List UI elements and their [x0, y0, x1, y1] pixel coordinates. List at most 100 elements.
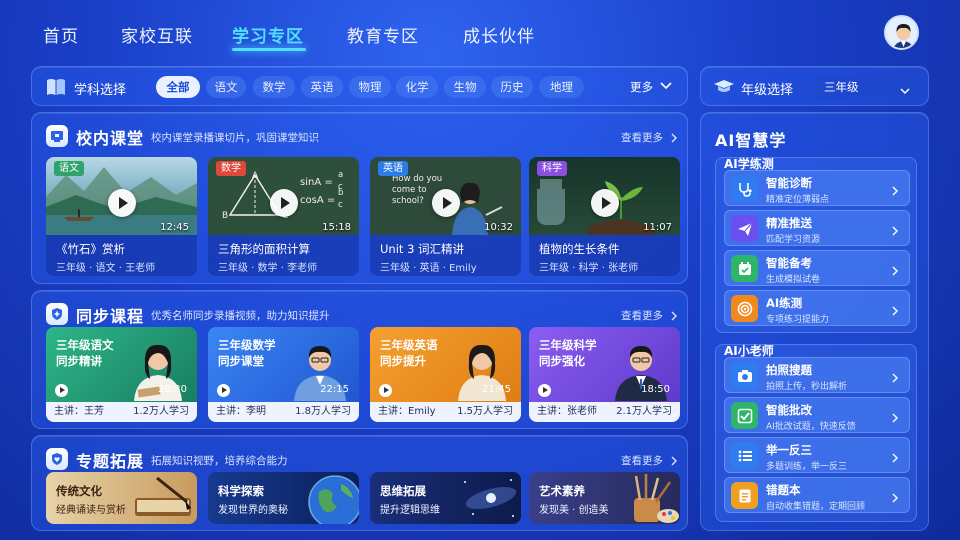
play-icon[interactable] — [432, 189, 460, 217]
chip-all[interactable]: 全部 — [156, 76, 200, 98]
course-duration: 18:50 — [641, 384, 670, 395]
ai-item-name: AI练测 — [766, 296, 803, 310]
topic-card-subtitle: 发现世界的奥秘 — [218, 505, 288, 516]
topic-card[interactable]: 艺术素养 发现美 · 创造美 — [529, 472, 680, 524]
chevron-right-icon — [890, 222, 900, 241]
course-subtitle: 同步精讲 — [56, 354, 102, 368]
book-icon — [46, 78, 66, 100]
topic-card-subtitle: 发现美 · 创造美 — [539, 505, 609, 516]
chip-chinese[interactable]: 语文 — [206, 76, 246, 98]
nav-education-zone[interactable]: 教育专区 — [347, 22, 419, 47]
topic-card[interactable]: 科学探索 发现世界的奥秘 — [208, 472, 359, 524]
topic-card-title: 思维拓展 — [380, 484, 426, 498]
chip-geography[interactable]: 地理 — [539, 76, 584, 98]
play-icon[interactable] — [55, 384, 68, 397]
chip-physics[interactable]: 物理 — [349, 76, 391, 98]
chip-english[interactable]: 英语 — [301, 76, 343, 98]
video-title: Unit 3 词汇精讲 — [380, 242, 465, 256]
galaxy-image — [451, 472, 521, 524]
chip-biology[interactable]: 生物 — [444, 76, 486, 98]
graduation-cap-icon — [714, 79, 734, 99]
video-duration: 15:18 — [322, 222, 351, 233]
ai-item-push[interactable]: 精准推送 匹配学习资源 — [724, 210, 910, 246]
ai-item-name: 拍照搜题 — [766, 363, 812, 377]
ai-item-analogy-practice[interactable]: 举一反三 多题训练，举一反三 — [724, 437, 910, 473]
top-nav: 首页 家校互联 学习专区 教育专区 成长伙伴 — [0, 0, 960, 64]
play-icon[interactable] — [108, 189, 136, 217]
course-card[interactable]: 三年级英语 同步提升 21:45 主讲：Emily 1.5万人学习 — [370, 327, 521, 422]
avatar[interactable] — [884, 15, 919, 50]
play-icon[interactable] — [270, 189, 298, 217]
in-class-more-link[interactable]: 查看更多 — [621, 130, 663, 145]
grade-dropdown[interactable]: 三年级 — [815, 75, 919, 99]
course-learner-count: 1.5万人学习 — [457, 406, 513, 417]
topic-card[interactable]: 思维拓展 提升逻辑思维 — [370, 472, 521, 524]
in-class-section: 校内课堂 校内课堂录播课切片，巩固课堂知识 查看更多 语文 12:45 《竹石》… — [31, 112, 688, 284]
ai-item-name: 精准推送 — [766, 216, 812, 230]
video-meta: 三年级 · 语文 · 王老师 — [56, 263, 156, 274]
nav-home-school[interactable]: 家校互联 — [121, 22, 193, 47]
chip-chemistry[interactable]: 化学 — [396, 76, 438, 98]
chevron-right-icon[interactable] — [669, 129, 679, 148]
topic-more-link[interactable]: 查看更多 — [621, 453, 663, 468]
sync-course-more-link[interactable]: 查看更多 — [621, 308, 663, 323]
grade-selector-title: 年级选择 — [741, 83, 794, 98]
ai-item-practice-test[interactable]: AI练测 专项练习提能力 — [724, 290, 910, 326]
ai-item-name: 举一反三 — [766, 443, 812, 457]
chevron-right-icon — [890, 409, 900, 428]
topic-card-title: 传统文化 — [56, 484, 102, 498]
chevron-right-icon[interactable] — [669, 307, 679, 326]
grade-value: 三年级 — [824, 80, 859, 94]
course-title: 三年级科学 — [539, 338, 597, 352]
nav-home[interactable]: 首页 — [43, 22, 79, 47]
board-fraction-num: b — [338, 188, 344, 198]
course-teacher: 主讲：Emily — [378, 406, 436, 417]
video-card[interactable]: 语文 12:45 《竹石》赏析 三年级 · 语文 · 王老师 — [46, 157, 197, 276]
ai-item-desc: AI批改试题，快速反馈 — [766, 422, 856, 432]
ai-item-desc: 多题训练，举一反三 — [766, 462, 848, 472]
chevron-down-icon[interactable] — [659, 77, 673, 96]
topic-title: 专题拓展 — [76, 452, 145, 471]
list-icon — [731, 442, 758, 469]
chevron-right-icon — [890, 369, 900, 388]
course-subtitle: 同步强化 — [539, 354, 585, 368]
ai-item-desc: 精准定位薄弱点 — [766, 195, 830, 205]
play-icon[interactable] — [591, 189, 619, 217]
chip-history[interactable]: 历史 — [491, 76, 533, 98]
chevron-right-icon — [890, 262, 900, 281]
subject-tag: 英语 — [378, 161, 408, 176]
course-card[interactable]: 三年级数学 同步课堂 22:15 主讲：李明 1.8万人学习 — [208, 327, 359, 422]
play-icon[interactable] — [379, 384, 392, 397]
nav-growth-partner[interactable]: 成长伙伴 — [463, 22, 535, 47]
course-teacher: 主讲：张老师 — [537, 406, 597, 417]
chip-math[interactable]: 数学 — [253, 76, 295, 98]
ai-item-exam-prep[interactable]: 智能备考 生成模拟试卷 — [724, 250, 910, 286]
video-card[interactable]: How do you come to school? 英语 10:32 Unit… — [370, 157, 521, 276]
topic-card[interactable]: 传统文化 经典诵读与赏析 — [46, 472, 197, 524]
play-icon[interactable] — [538, 384, 551, 397]
course-card[interactable]: 三年级科学 同步强化 18:50 主讲：张老师 2.1万人学习 — [529, 327, 680, 422]
course-footer: 主讲：张老师 2.1万人学习 — [529, 402, 680, 422]
topic-card-subtitle: 提升逻辑思维 — [380, 505, 440, 516]
subject-more-button[interactable]: 更多 — [630, 79, 653, 95]
play-icon[interactable] — [217, 384, 230, 397]
nav-study-zone[interactable]: 学习专区 — [232, 22, 304, 47]
video-title: 《竹石》赏析 — [56, 242, 125, 256]
course-card[interactable]: 三年级语文 同步精讲 20:30 主讲：王芳 1.2万人学习 — [46, 327, 197, 422]
video-card[interactable]: A B C sinA = a c cosA = b c 数学 15:18 三角形… — [208, 157, 359, 276]
subject-filter-title: 学科选择 — [74, 83, 127, 98]
grade-selector: 年级选择 三年级 — [700, 66, 929, 106]
chevron-right-icon[interactable] — [669, 452, 679, 471]
ai-item-diagnosis[interactable]: 智能诊断 精准定位薄弱点 — [724, 170, 910, 206]
ai-item-photo-search[interactable]: 拍照搜题 拍照上传，秒出解析 — [724, 357, 910, 393]
board-fraction-num: a — [338, 170, 344, 180]
subject-tag: 科学 — [537, 161, 567, 176]
course-footer: 主讲：Emily 1.5万人学习 — [370, 402, 521, 422]
ai-item-smart-grading[interactable]: 智能批改 AI批改试题，快速反馈 — [724, 397, 910, 433]
video-card[interactable]: 科学 11:07 植物的生长条件 三年级 · 科学 · 张老师 — [529, 157, 680, 276]
subject-tag: 语文 — [54, 161, 84, 176]
ai-item-name: 智能批改 — [766, 403, 812, 417]
art-palette-image — [610, 472, 680, 524]
ai-item-mistake-book[interactable]: 错题本 自动收集错题，定期回顾 — [724, 477, 910, 513]
ai-item-name: 错题本 — [766, 483, 801, 497]
